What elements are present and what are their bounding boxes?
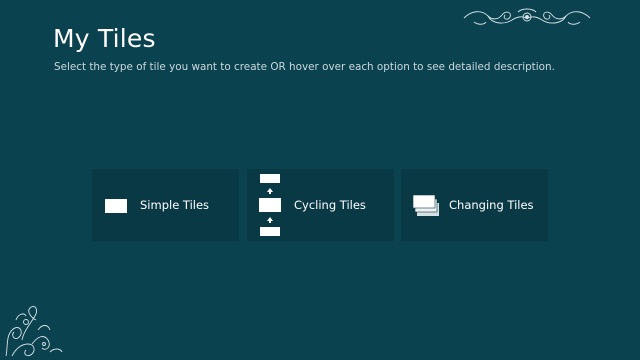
page-subtitle: Select the type of tile you want to crea… (54, 61, 555, 73)
cycling-tiles-label: Cycling Tiles (294, 198, 366, 212)
flourish-ornament-icon (463, 8, 591, 25)
changing-tiles-label: Changing Tiles (449, 198, 534, 212)
cycling-tiles-icon (259, 174, 281, 236)
simple-tiles-label: Simple Tiles (140, 198, 210, 212)
simple-tile-icon (105, 199, 127, 213)
corner-flourish-icon (5, 305, 63, 357)
cycling-tiles-button[interactable]: Cycling Tiles (247, 169, 394, 241)
simple-tiles-button[interactable]: Simple Tiles (92, 169, 239, 241)
page-title: My Tiles (53, 24, 156, 53)
tile-options: Simple Tiles Cycling Tiles Changing Tile… (92, 169, 550, 241)
changing-tiles-button[interactable]: Changing Tiles (401, 169, 548, 241)
changing-tiles-icon (412, 194, 439, 216)
